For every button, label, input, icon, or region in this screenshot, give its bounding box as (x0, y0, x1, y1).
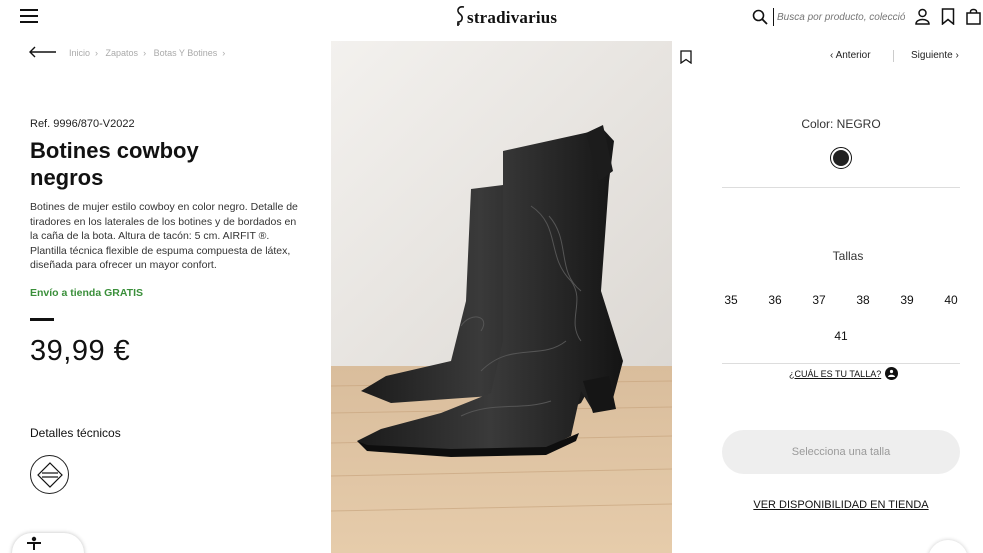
chevron-right-icon: › (222, 48, 226, 58)
chat-button[interactable] (928, 540, 968, 553)
breadcrumb: Inicio › Zapatos › Botas Y Botines › (69, 48, 230, 58)
breadcrumb-item[interactable]: Zapatos (106, 48, 139, 58)
size-guide-icon (885, 367, 899, 380)
technical-details-label: Detalles técnicos (30, 426, 121, 440)
nav-divider (893, 50, 894, 62)
accessibility-icon (27, 536, 41, 550)
product-reference: Ref. 9996/870-V2022 (30, 118, 135, 130)
search-icon[interactable] (752, 9, 768, 25)
size-option[interactable]: 39 (897, 293, 917, 307)
store-availability-link[interactable]: VER DISPONIBILIDAD EN TIENDA (722, 499, 960, 511)
shopping-bag-icon[interactable] (966, 8, 981, 25)
previous-label: Anterior (835, 50, 871, 61)
size-guide-label: ¿CUÁL ES TU TALLA? (789, 368, 882, 379)
previous-product-link[interactable]: ‹ Anterior (830, 50, 871, 61)
product-title: Botines cowboy negros (30, 138, 199, 190)
breadcrumb-item[interactable]: Inicio (69, 48, 90, 58)
logo-mark-icon (457, 6, 465, 26)
divider (722, 363, 960, 364)
logo-text: stradivarius (467, 8, 558, 27)
breadcrumb-item[interactable]: Botas Y Botines (154, 48, 218, 58)
chevron-right-icon: › (952, 50, 959, 61)
header: stradivarius (0, 0, 983, 36)
swatch-fill (833, 150, 849, 166)
size-option[interactable]: 40 (941, 293, 961, 307)
product-description: Botines de mujer estilo cowboy en color … (30, 201, 298, 271)
shipping-info: Envío a tienda GRATIS (30, 287, 143, 299)
size-option[interactable]: 38 (853, 293, 873, 307)
sizes-label: Tallas (832, 249, 864, 263)
size-option[interactable]: 36 (765, 293, 785, 307)
chevron-right-icon: › (143, 48, 147, 58)
boots-illustration (331, 41, 672, 553)
chevron-right-icon: › (95, 48, 99, 58)
back-arrow-icon[interactable] (29, 46, 57, 58)
save-bookmark-icon[interactable] (680, 50, 692, 64)
next-label: Siguiente (911, 50, 953, 61)
product-image[interactable] (331, 41, 672, 553)
color-label: Color: NEGRO (801, 117, 881, 131)
user-icon[interactable] (915, 8, 930, 25)
divider (722, 187, 960, 188)
color-swatch-black[interactable] (830, 147, 852, 169)
technical-details-button[interactable] (30, 455, 69, 494)
size-option[interactable]: 41 (831, 329, 851, 343)
logo[interactable]: stradivarius (455, 5, 557, 28)
select-size-button[interactable]: Selecciona una talla (722, 430, 960, 474)
size-option[interactable]: 37 (809, 293, 829, 307)
menu-icon[interactable] (20, 9, 38, 25)
product-price: 39,99 € (30, 335, 131, 367)
wishlist-icon[interactable] (941, 8, 955, 25)
search-input[interactable] (773, 8, 905, 26)
size-guide-link[interactable]: ¿CUÁL ES TU TALLA? (789, 367, 899, 380)
price-divider (30, 318, 54, 321)
size-option[interactable]: 35 (721, 293, 741, 307)
accessibility-button[interactable] (12, 533, 84, 553)
next-product-link[interactable]: Siguiente › (911, 50, 959, 61)
airfit-icon (36, 461, 63, 488)
